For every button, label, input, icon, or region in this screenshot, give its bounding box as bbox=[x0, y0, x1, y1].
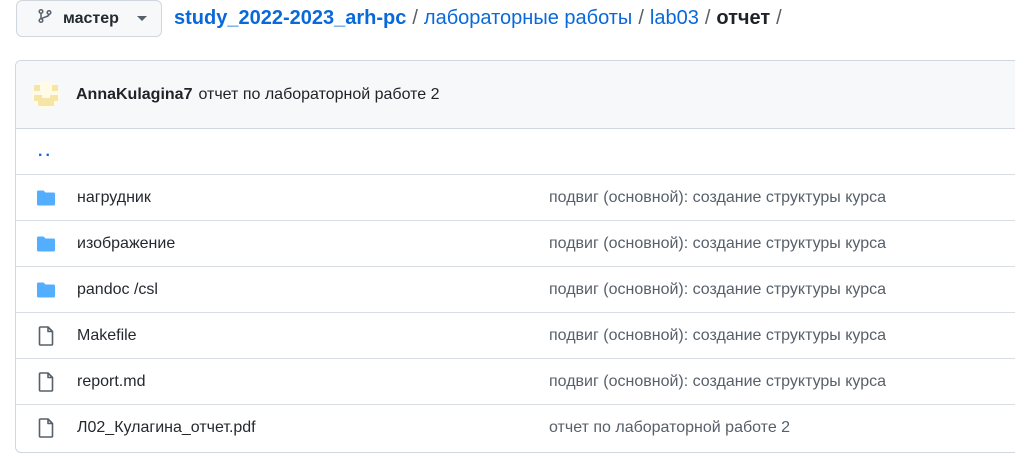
file-icon bbox=[36, 418, 56, 438]
commit-message-link[interactable]: подвиг (основной): создание структуры ку… bbox=[549, 189, 886, 207]
breadcrumb-path-link[interactable]: лабораторные работы bbox=[424, 7, 632, 30]
commit-message-link[interactable]: подвиг (основной): создание структуры ку… bbox=[549, 235, 886, 253]
commit-message-link[interactable]: подвиг (основной): создание структуры ку… bbox=[549, 327, 886, 345]
file-name-link[interactable]: изображение bbox=[77, 235, 175, 253]
file-icon bbox=[36, 371, 56, 392]
list-item: Makefile подвиг (основной): создание стр… bbox=[16, 313, 1015, 359]
folder-icon bbox=[36, 188, 56, 208]
list-item: нагрудник подвиг (основной): создание ст… bbox=[16, 175, 1015, 221]
file-name-link[interactable]: нагрудник bbox=[77, 189, 151, 207]
commit-author-link[interactable]: AnnaKulagina7 bbox=[76, 86, 192, 104]
breadcrumb-separator: / bbox=[412, 7, 418, 29]
file-name-link[interactable]: Makefile bbox=[77, 327, 137, 345]
git-branch-icon bbox=[37, 8, 53, 29]
branch-label: мастер bbox=[63, 9, 119, 27]
avatar[interactable] bbox=[32, 80, 60, 109]
file-icon bbox=[36, 325, 56, 346]
commit-message-link[interactable]: отчет по лабораторной работе 2 bbox=[549, 419, 790, 437]
folder-icon bbox=[36, 234, 56, 254]
chevron-down-icon bbox=[136, 16, 147, 21]
folder-icon bbox=[36, 280, 56, 300]
latest-commit-header: AnnaKulagina7 отчет по лабораторной рабо… bbox=[16, 61, 1015, 129]
breadcrumb-separator: / bbox=[776, 7, 782, 29]
breadcrumb-path-link[interactable]: lab03 bbox=[650, 7, 699, 30]
breadcrumb-repo-link[interactable]: study_2022-2023_arh-pc bbox=[174, 7, 406, 30]
breadcrumb-separator: / bbox=[704, 7, 711, 29]
breadcrumb-current: отчет bbox=[716, 7, 771, 29]
list-item: report.md подвиг (основной): создание ст… bbox=[16, 359, 1015, 405]
breadcrumb-separator: / bbox=[638, 7, 644, 29]
commit-message-link[interactable]: отчет по лабораторной работе 2 bbox=[198, 86, 439, 104]
parent-directory-link[interactable]: .. bbox=[38, 143, 53, 161]
parent-directory-row[interactable]: .. bbox=[16, 129, 1015, 175]
file-list: AnnaKulagina7 отчет по лабораторной рабо… bbox=[15, 60, 1015, 453]
commit-message-link[interactable]: подвиг (основной): создание структуры ку… bbox=[549, 281, 886, 299]
breadcrumb: study_2022-2023_arh-pc / лабораторные ра… bbox=[174, 7, 788, 30]
file-name-link[interactable]: pandoc /csl bbox=[77, 281, 158, 299]
top-bar: мастер study_2022-2023_arh-pc / лаборато… bbox=[0, 0, 1015, 42]
branch-selector-button[interactable]: мастер bbox=[16, 0, 162, 37]
commit-message-link[interactable]: подвиг (основной): создание структуры ку… bbox=[549, 373, 886, 391]
list-item: изображение подвиг (основной): создание … bbox=[16, 221, 1015, 267]
file-name-link[interactable]: Л02_Кулагина_отчет.pdf bbox=[77, 419, 256, 437]
list-item: pandoc /csl подвиг (основной): создание … bbox=[16, 267, 1015, 313]
file-name-link[interactable]: report.md bbox=[77, 373, 145, 391]
list-item: Л02_Кулагина_отчет.pdf отчет по лаборато… bbox=[16, 405, 1015, 451]
